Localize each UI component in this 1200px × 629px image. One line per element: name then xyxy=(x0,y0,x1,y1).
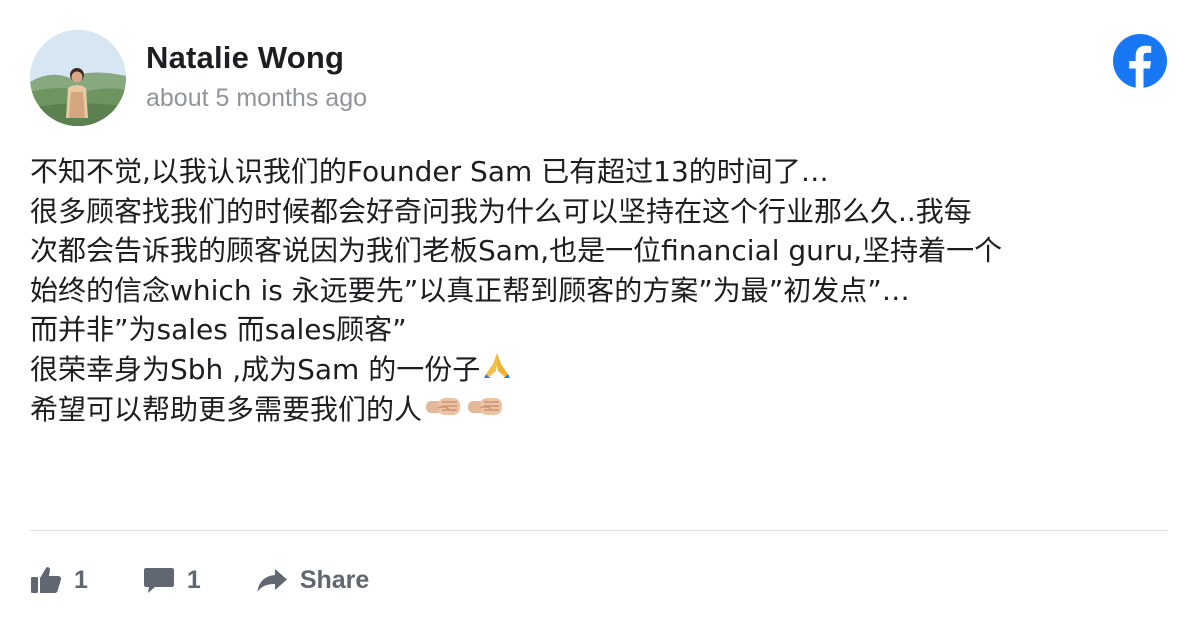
post-line: 而并非”为sales 而sales顾客” xyxy=(30,310,1175,350)
share-arrow-icon xyxy=(256,566,288,594)
post-text: 而并非”为sales 而sales顾客” xyxy=(30,313,407,346)
profile-photo xyxy=(30,30,126,126)
facebook-logo-icon[interactable] xyxy=(1113,34,1167,88)
comment-icon xyxy=(143,565,175,595)
comment-button[interactable]: 1 xyxy=(143,565,201,595)
post-line: 很多顾客找我们的时候都会好奇问我为什么可以坚持在这个行业那么久..我每 xyxy=(30,192,1175,232)
share-button[interactable]: Share xyxy=(256,566,369,595)
post-text: 始终的信念which is 永远要先”以真正帮到顾客的方案”为最”初发点”… xyxy=(30,273,910,307)
folded-hands-icon xyxy=(482,350,512,391)
post-line: 很荣幸身为Sbh ,成为Sam 的一份子 xyxy=(30,350,1175,391)
avatar[interactable] xyxy=(30,30,126,126)
facebook-post-card: Natalie Wong about 5 months ago 不知不觉,以我认… xyxy=(0,0,1200,629)
post-text: 很荣幸身为Sbh ,成为Sam 的一份子 xyxy=(30,353,481,386)
author-name[interactable]: Natalie Wong xyxy=(146,40,344,76)
post-line: 次都会告诉我的顾客说因为我们老板Sam,也是一位financial guru,坚… xyxy=(30,231,1175,271)
post-text: 希望可以帮助更多需要我们的人 xyxy=(30,393,423,426)
post-text: 很多顾客找我们的时候都会好奇问我为什么可以坚持在这个行业那么久..我每 xyxy=(30,194,972,228)
post-timestamp[interactable]: about 5 months ago xyxy=(146,84,367,113)
comment-count: 1 xyxy=(186,565,201,594)
left-facing-fist-icon xyxy=(424,390,464,430)
like-button[interactable]: 1 xyxy=(30,565,88,595)
like-count: 1 xyxy=(74,565,88,594)
divider xyxy=(30,530,1168,531)
post-body: 不知不觉,以我认识我们的Founder Sam 已有超过13的时间了… 很多顾客… xyxy=(30,152,1175,430)
post-line: 希望可以帮助更多需要我们的人 xyxy=(30,390,1175,430)
post-line: 不知不觉,以我认识我们的Founder Sam 已有超过13的时间了… xyxy=(30,152,1175,192)
post-text: 不知不觉,以我认识我们的Founder Sam 已有超过13的时间了… xyxy=(30,155,829,188)
share-label: Share xyxy=(299,565,370,594)
left-facing-fist-icon xyxy=(466,390,506,430)
thumbs-up-icon xyxy=(30,565,62,595)
post-text: 次都会告诉我的顾客说因为我们老板Sam,也是一位financial guru,坚… xyxy=(30,234,1003,267)
action-bar: 1 1 Share xyxy=(30,560,369,600)
post-line: 始终的信念which is 永远要先”以真正帮到顾客的方案”为最”初发点”… xyxy=(30,271,1175,311)
